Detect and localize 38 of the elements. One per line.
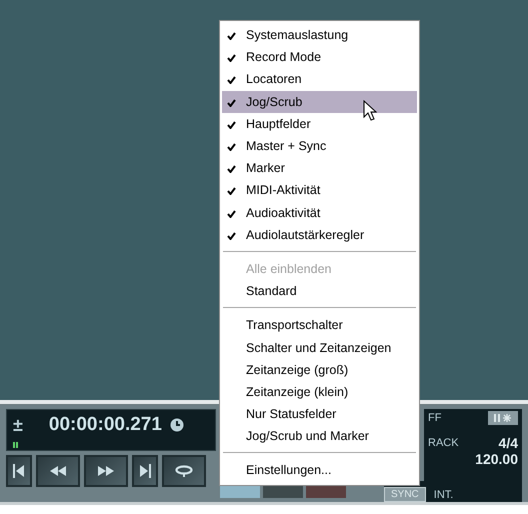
- menu-item[interactable]: Zeitanzeige (klein): [222, 380, 417, 403]
- menu-item[interactable]: Jog/Scrub und Marker: [222, 425, 417, 448]
- skip-back-icon: [13, 464, 25, 478]
- loop-icon: [175, 465, 193, 477]
- plus-minus-toggle[interactable]: ±: [13, 415, 23, 435]
- track-label: RACK: [428, 437, 459, 449]
- tempo-readout[interactable]: 120.00: [475, 451, 518, 467]
- cycle-button[interactable]: [162, 455, 206, 487]
- menu-item[interactable]: Audiolautstärkeregler: [222, 224, 417, 246]
- menu-item[interactable]: Standard: [222, 280, 417, 302]
- menu-item[interactable]: Zeitanzeige (groß): [222, 358, 417, 381]
- menu-item[interactable]: Hauptfelder: [222, 112, 417, 135]
- menu-item[interactable]: Locatoren: [222, 68, 417, 91]
- menu-item[interactable]: Einstellungen...: [222, 459, 417, 482]
- menu-item[interactable]: Record Mode: [222, 46, 417, 68]
- sync-mode: INT.: [434, 488, 454, 500]
- menu-item[interactable]: MIDI-Aktivität: [222, 179, 417, 202]
- menu-item[interactable]: Transportschalter: [222, 314, 417, 336]
- rewind-icon: [50, 466, 66, 476]
- mouse-pointer-icon: [363, 100, 377, 122]
- menu-item[interactable]: Master + Sync: [222, 134, 417, 158]
- time-readout: 00:00:00.271: [48, 414, 162, 436]
- time-signature[interactable]: 4/4: [498, 435, 518, 451]
- click-status[interactable]: FF: [428, 412, 442, 424]
- menu-item[interactable]: Nur Statusfelder: [222, 403, 417, 426]
- rewind-button[interactable]: [36, 455, 80, 487]
- go-to-start-button[interactable]: [6, 455, 32, 487]
- clock-icon[interactable]: [170, 418, 184, 432]
- menu-item[interactable]: Jog/Scrub: [222, 90, 417, 113]
- menu-item[interactable]: Schalter und Zeitanzeigen: [222, 336, 417, 359]
- menu-item[interactable]: Marker: [222, 157, 417, 180]
- fast-forward-icon: [98, 466, 114, 476]
- menu-item[interactable]: Systemauslastung: [222, 24, 417, 46]
- fast-forward-button[interactable]: [84, 455, 128, 487]
- menu-item[interactable]: Audioaktivität: [222, 202, 417, 224]
- skip-forward-icon: [139, 464, 151, 478]
- go-to-end-button[interactable]: [132, 455, 158, 487]
- level-meter-icon: [13, 442, 18, 448]
